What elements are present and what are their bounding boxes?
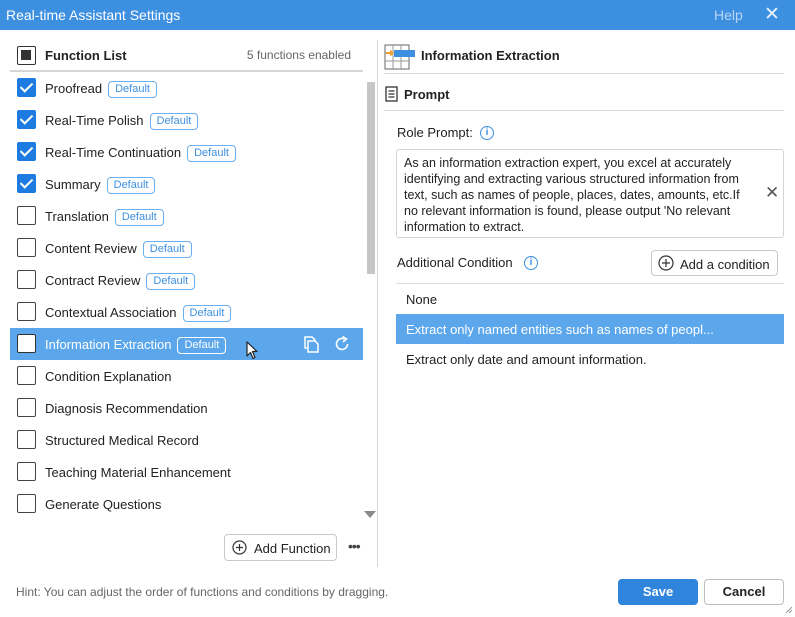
- function-item[interactable]: Content Review Default: [10, 232, 363, 264]
- function-item[interactable]: Contextual Association Default: [10, 296, 363, 328]
- scroll-down-arrow-icon[interactable]: [364, 511, 376, 518]
- default-badge: Default: [182, 305, 232, 322]
- add-circle-icon: [658, 255, 674, 271]
- role-prompt-text: As an information extraction expert, you…: [404, 156, 740, 234]
- scrollbar-thumb[interactable]: [367, 82, 375, 274]
- clear-icon[interactable]: ✕: [765, 183, 779, 203]
- info-icon[interactable]: i: [480, 126, 494, 140]
- prompt-section-title: Prompt: [404, 87, 450, 102]
- function-item[interactable]: Summary Default: [10, 168, 363, 200]
- function-item-selected[interactable]: Information Extraction Default: [10, 328, 363, 360]
- window-title: Real-time Assistant Settings: [6, 7, 181, 23]
- function-label: Generate Questions: [45, 497, 162, 512]
- function-item[interactable]: Structured Medical Record: [10, 424, 363, 456]
- function-label: Information Extraction: [45, 337, 172, 352]
- function-checkbox[interactable]: [17, 430, 36, 449]
- function-label: Content Review: [45, 241, 137, 256]
- default-badge: Default: [108, 81, 157, 98]
- function-item[interactable]: Generate Questions: [10, 488, 363, 520]
- mouse-cursor-icon: [246, 341, 258, 360]
- title-bar: Real-time Assistant Settings Help ✕: [0, 0, 795, 30]
- function-checkbox[interactable]: [17, 366, 36, 385]
- function-item[interactable]: Condition Explanation: [10, 360, 363, 392]
- function-checkbox[interactable]: [17, 206, 36, 225]
- select-all-checkbox[interactable]: [17, 46, 36, 65]
- add-condition-button[interactable]: Add a condition: [651, 250, 778, 276]
- default-badge: Default: [142, 241, 192, 258]
- condition-item-selected[interactable]: Extract only named entities such as name…: [396, 314, 784, 344]
- role-prompt-textarea[interactable]: As an information extraction expert, you…: [396, 149, 784, 238]
- add-circle-icon: [232, 540, 247, 555]
- function-checkbox[interactable]: [17, 302, 36, 321]
- function-checkbox[interactable]: [17, 142, 36, 161]
- function-label: Teaching Material Enhancement: [45, 465, 231, 480]
- function-checkbox[interactable]: [17, 78, 36, 97]
- add-function-label: Add Function: [254, 541, 331, 556]
- help-button[interactable]: Help: [714, 7, 743, 23]
- save-button[interactable]: Save: [618, 579, 698, 605]
- add-function-button[interactable]: Add Function: [224, 534, 337, 561]
- function-label: Contract Review: [45, 273, 141, 288]
- close-icon[interactable]: ✕: [764, 3, 780, 26]
- document-icon: [385, 86, 398, 102]
- prompt-section-header: Prompt: [384, 80, 784, 111]
- reset-icon[interactable]: [332, 334, 352, 354]
- function-label: Summary: [45, 177, 101, 192]
- default-badge: Default: [177, 337, 227, 354]
- default-badge: Default: [146, 273, 196, 290]
- function-list-header: Function List 5 functions enabled: [10, 40, 363, 72]
- cancel-button[interactable]: Cancel: [704, 579, 784, 605]
- table-extract-icon: [384, 44, 415, 70]
- function-checkbox[interactable]: [17, 494, 36, 513]
- function-label: Structured Medical Record: [45, 433, 199, 448]
- function-label: Translation: [45, 209, 109, 224]
- function-item[interactable]: Teaching Material Enhancement: [10, 456, 363, 488]
- condition-list: None Extract only named entities such as…: [396, 283, 784, 374]
- default-badge: Default: [114, 209, 164, 226]
- condition-item[interactable]: None: [396, 284, 784, 314]
- function-list-title: Function List: [45, 48, 127, 63]
- copy-icon[interactable]: [301, 334, 321, 354]
- function-list: Proofread Default Real-Time Polish Default…: [10, 72, 363, 520]
- function-item[interactable]: Proofread Default: [10, 72, 363, 104]
- function-item[interactable]: Translation Default: [10, 200, 363, 232]
- default-badge: Default: [187, 145, 236, 162]
- detail-header: Information Extraction: [384, 40, 784, 74]
- more-options-icon[interactable]: •••: [348, 538, 361, 554]
- function-checkbox[interactable]: [17, 270, 36, 289]
- detail-title: Information Extraction: [421, 48, 560, 63]
- function-item[interactable]: Diagnosis Recommendation: [10, 392, 363, 424]
- function-label: Condition Explanation: [45, 369, 172, 384]
- hint-text: Hint: You can adjust the order of functi…: [16, 585, 389, 599]
- default-badge: Default: [149, 113, 199, 130]
- function-label: Real-Time Continuation: [45, 145, 182, 160]
- function-label: Contextual Association: [45, 305, 177, 320]
- function-label: Real-Time Polish: [45, 113, 144, 128]
- function-checkbox[interactable]: [17, 462, 36, 481]
- additional-condition-label: Additional Condition: [397, 255, 513, 270]
- function-label: Proofread: [45, 81, 103, 96]
- pane-divider[interactable]: [377, 40, 378, 567]
- condition-item[interactable]: Extract only date and amount information…: [396, 344, 784, 374]
- default-badge: Default: [106, 177, 156, 194]
- function-item[interactable]: Real-Time Polish Default: [10, 104, 363, 136]
- function-checkbox[interactable]: [17, 110, 36, 129]
- role-prompt-label: Role Prompt:: [397, 125, 473, 140]
- function-item[interactable]: Contract Review Default: [10, 264, 363, 296]
- info-icon[interactable]: i: [524, 256, 538, 270]
- function-checkbox[interactable]: [17, 398, 36, 417]
- function-checkbox[interactable]: [17, 174, 36, 193]
- function-checkbox[interactable]: [17, 238, 36, 257]
- function-checkbox[interactable]: [17, 334, 36, 353]
- add-condition-label: Add a condition: [680, 257, 770, 272]
- enabled-count: 5 functions enabled: [246, 48, 351, 62]
- function-item[interactable]: Real-Time Continuation Default: [10, 136, 363, 168]
- resize-grip-icon[interactable]: [784, 605, 793, 614]
- function-label: Diagnosis Recommendation: [45, 401, 208, 416]
